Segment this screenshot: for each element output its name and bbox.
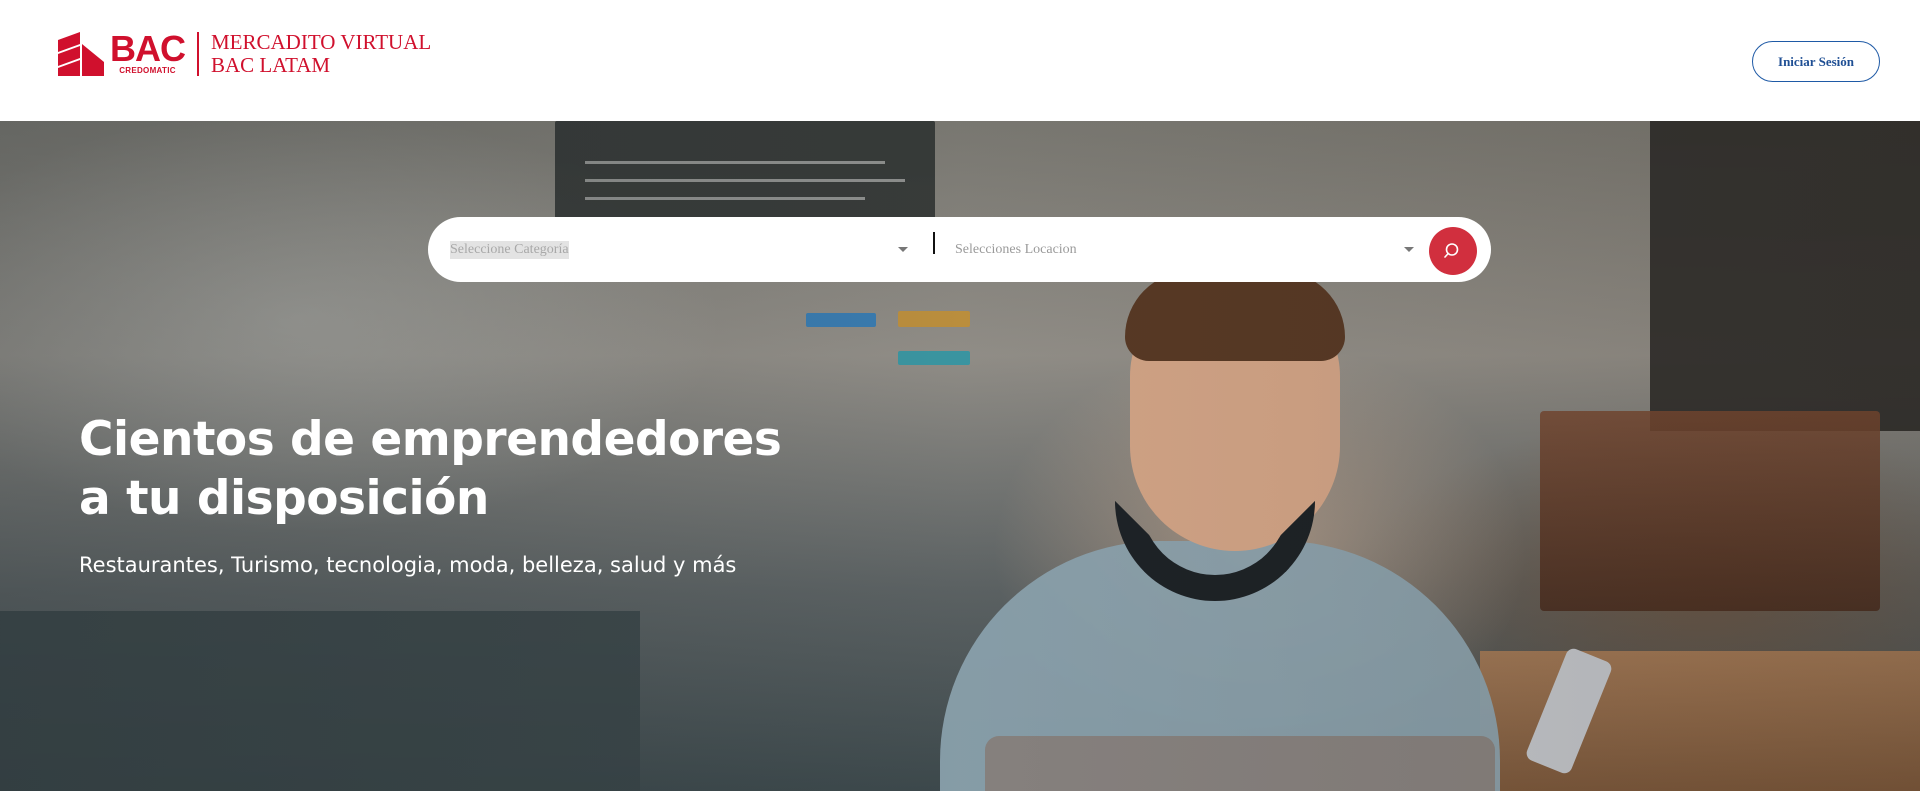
brand-wordmark: BAC CREDOMATIC bbox=[110, 28, 186, 76]
hero-subtitle: Restaurantes, Turismo, tecnologia, moda,… bbox=[79, 553, 737, 577]
category-select-value: Seleccione Categoría bbox=[450, 240, 569, 259]
brand-name: BAC bbox=[110, 28, 186, 69]
chevron-down-icon[interactable] bbox=[898, 247, 908, 252]
logo-divider bbox=[197, 32, 199, 76]
site-title-line1: MERCADITO VIRTUAL bbox=[211, 30, 432, 54]
chevron-down-icon[interactable] bbox=[1404, 247, 1414, 252]
brand-logo[interactable]: BAC CREDOMATIC MERCADITO VIRTUAL BAC LAT… bbox=[58, 31, 431, 77]
location-select-value: Selecciones Locacion bbox=[955, 241, 1077, 257]
site-header: BAC CREDOMATIC MERCADITO VIRTUAL BAC LAT… bbox=[0, 0, 1920, 121]
login-button[interactable]: Iniciar Sesión bbox=[1752, 41, 1880, 82]
search-bar: Seleccione Categoría Selecciones Locacio… bbox=[428, 217, 1491, 282]
bac-logo-mark-icon bbox=[58, 32, 104, 76]
search-button[interactable] bbox=[1429, 227, 1477, 275]
search-icon bbox=[1444, 243, 1459, 258]
hero-title: Cientos de emprendedores a tu disposició… bbox=[79, 410, 782, 528]
location-select[interactable]: Selecciones Locacion bbox=[955, 217, 1411, 282]
site-title-line2: BAC LATAM bbox=[211, 53, 331, 77]
site-title: MERCADITO VIRTUAL BAC LATAM bbox=[211, 31, 431, 77]
category-select[interactable]: Seleccione Categoría bbox=[450, 217, 910, 282]
hero-title-line1: Cientos de emprendedores bbox=[79, 412, 782, 467]
text-cursor bbox=[933, 232, 935, 254]
hero-title-line2: a tu disposición bbox=[79, 471, 489, 526]
brand-subname: CREDOMATIC bbox=[119, 66, 176, 75]
